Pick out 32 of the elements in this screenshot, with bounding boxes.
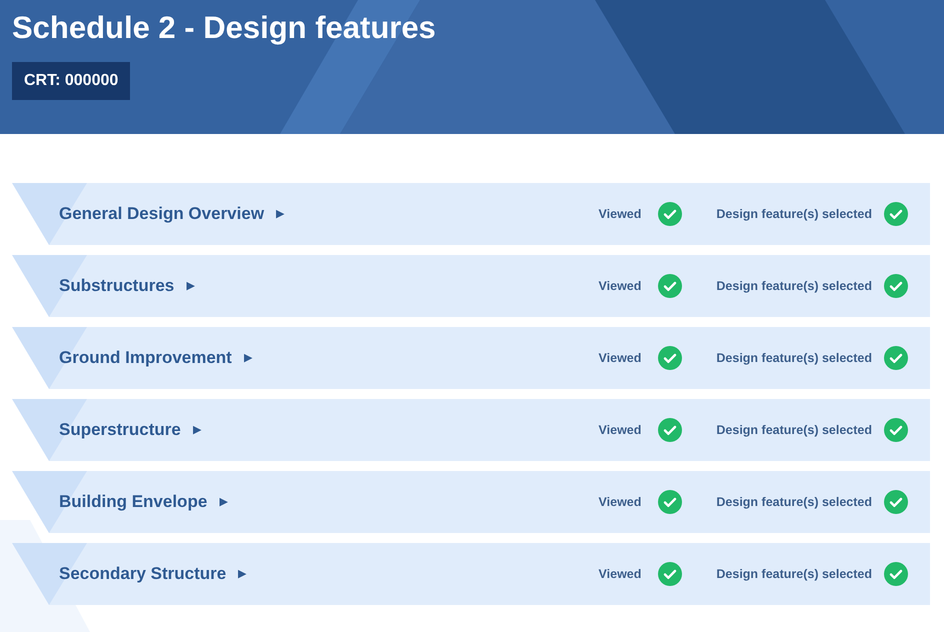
expand-arrow-icon[interactable]: ▶ bbox=[244, 350, 252, 366]
section-row[interactable]: General Design Overview ▶ Viewed Design feature(s) selected bbox=[12, 183, 930, 245]
status-label: Design feature(s) selected bbox=[716, 206, 872, 223]
section-title: Substructures bbox=[59, 275, 174, 298]
status-label: Design feature(s) selected bbox=[716, 278, 872, 295]
certificate-badge: CRT: 000000 bbox=[12, 62, 130, 100]
status-label: Viewed bbox=[598, 350, 642, 367]
status-label: Viewed bbox=[598, 566, 642, 583]
section-title: Ground Improvement bbox=[59, 347, 232, 370]
status-label: Design feature(s) selected bbox=[716, 422, 872, 439]
expand-arrow-icon[interactable]: ▶ bbox=[192, 422, 201, 438]
status-label: Design feature(s) selected bbox=[716, 350, 872, 367]
status-label: Viewed bbox=[598, 278, 642, 295]
section-row[interactable]: Ground Improvement ▶ Viewed Design feature(s) selected bbox=[12, 327, 930, 389]
section-title: General Design Overview bbox=[59, 203, 264, 226]
status-label: Design feature(s) selected bbox=[716, 494, 872, 511]
expand-arrow-icon[interactable]: ▶ bbox=[276, 206, 284, 222]
status-label: Viewed bbox=[598, 494, 642, 511]
section-row[interactable]: Substructures ▶ Viewed Design feature(s) selected bbox=[12, 255, 930, 317]
expand-arrow-icon[interactable]: ▶ bbox=[219, 494, 228, 510]
expand-arrow-icon[interactable]: ▶ bbox=[186, 278, 194, 294]
section-row[interactable]: Secondary Structure ▶ Viewed Design feature(s) selected bbox=[12, 543, 930, 605]
section-title: Secondary Structure bbox=[59, 563, 226, 586]
section-row[interactable]: Building Envelope ▶ Viewed Design feature(s) selected bbox=[12, 471, 930, 533]
expand-arrow-icon[interactable]: ▶ bbox=[238, 566, 246, 582]
section-title: Building Envelope bbox=[59, 491, 208, 514]
status-label: Viewed bbox=[598, 206, 642, 223]
page-title: Schedule 2 - Design features bbox=[12, 9, 436, 47]
section-row[interactable]: Superstructure ▶ Viewed Design feature(s) selected bbox=[12, 399, 930, 461]
status-label: Viewed bbox=[598, 422, 642, 439]
status-label: Design feature(s) selected bbox=[716, 566, 872, 583]
section-title: Superstructure bbox=[59, 419, 181, 442]
